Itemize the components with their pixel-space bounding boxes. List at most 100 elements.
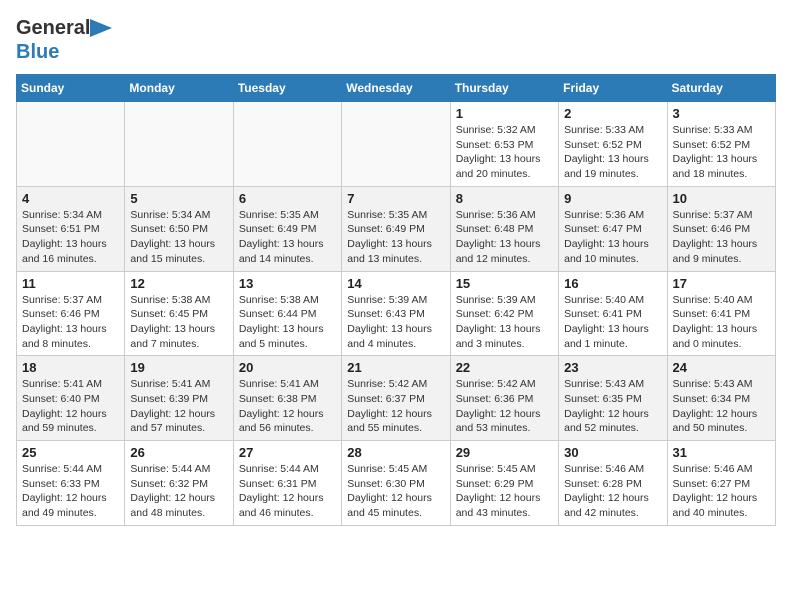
day-detail: Sunrise: 5:34 AM Sunset: 6:51 PM Dayligh… (22, 208, 119, 267)
weekday-header-tuesday: Tuesday (233, 75, 341, 102)
day-detail: Sunrise: 5:38 AM Sunset: 6:45 PM Dayligh… (130, 293, 227, 352)
calendar-cell: 19 Sunrise: 5:41 AM Sunset: 6:39 PM Dayli… (125, 356, 233, 441)
day-detail: Sunrise: 5:41 AM Sunset: 6:40 PM Dayligh… (22, 377, 119, 436)
day-detail: Sunrise: 5:44 AM Sunset: 6:32 PM Dayligh… (130, 462, 227, 521)
day-number: 18 (22, 360, 119, 375)
day-detail: Sunrise: 5:42 AM Sunset: 6:36 PM Dayligh… (456, 377, 553, 436)
calendar-cell: 23 Sunrise: 5:43 AM Sunset: 6:35 PM Dayli… (559, 356, 667, 441)
day-detail: Sunrise: 5:46 AM Sunset: 6:27 PM Dayligh… (673, 462, 770, 521)
day-number: 4 (22, 191, 119, 206)
day-number: 7 (347, 191, 444, 206)
day-number: 11 (22, 276, 119, 291)
day-number: 9 (564, 191, 661, 206)
logo-arrow-icon (90, 19, 112, 37)
day-number: 20 (239, 360, 336, 375)
calendar-cell: 30 Sunrise: 5:46 AM Sunset: 6:28 PM Dayli… (559, 441, 667, 526)
day-detail: Sunrise: 5:45 AM Sunset: 6:29 PM Dayligh… (456, 462, 553, 521)
day-number: 28 (347, 445, 444, 460)
day-detail: Sunrise: 5:36 AM Sunset: 6:48 PM Dayligh… (456, 208, 553, 267)
calendar-cell (125, 102, 233, 187)
calendar-cell: 17 Sunrise: 5:40 AM Sunset: 6:41 PM Dayli… (667, 271, 775, 356)
day-number: 29 (456, 445, 553, 460)
day-number: 17 (673, 276, 770, 291)
day-number: 21 (347, 360, 444, 375)
logo-general: General (16, 16, 90, 40)
calendar-week-row: 18 Sunrise: 5:41 AM Sunset: 6:40 PM Dayli… (17, 356, 776, 441)
calendar-cell: 29 Sunrise: 5:45 AM Sunset: 6:29 PM Dayli… (450, 441, 558, 526)
day-detail: Sunrise: 5:41 AM Sunset: 6:39 PM Dayligh… (130, 377, 227, 436)
day-number: 1 (456, 106, 553, 121)
logo: GeneralBlue (16, 16, 112, 64)
day-number: 27 (239, 445, 336, 460)
calendar-header-row: SundayMondayTuesdayWednesdayThursdayFrid… (17, 75, 776, 102)
day-detail: Sunrise: 5:36 AM Sunset: 6:47 PM Dayligh… (564, 208, 661, 267)
day-number: 30 (564, 445, 661, 460)
day-detail: Sunrise: 5:32 AM Sunset: 6:53 PM Dayligh… (456, 123, 553, 182)
calendar-week-row: 25 Sunrise: 5:44 AM Sunset: 6:33 PM Dayli… (17, 441, 776, 526)
day-number: 3 (673, 106, 770, 121)
day-detail: Sunrise: 5:33 AM Sunset: 6:52 PM Dayligh… (564, 123, 661, 182)
weekday-header-sunday: Sunday (17, 75, 125, 102)
day-detail: Sunrise: 5:41 AM Sunset: 6:38 PM Dayligh… (239, 377, 336, 436)
day-number: 25 (22, 445, 119, 460)
calendar-cell: 10Sunrise: 5:37 AM Sunset: 6:46 PM Dayli… (667, 186, 775, 271)
day-detail: Sunrise: 5:45 AM Sunset: 6:30 PM Dayligh… (347, 462, 444, 521)
day-detail: Sunrise: 5:46 AM Sunset: 6:28 PM Dayligh… (564, 462, 661, 521)
calendar-week-row: 11 Sunrise: 5:37 AM Sunset: 6:46 PM Dayli… (17, 271, 776, 356)
calendar-week-row: 1 Sunrise: 5:32 AM Sunset: 6:53 PM Daylig… (17, 102, 776, 187)
weekday-header-saturday: Saturday (667, 75, 775, 102)
day-detail: Sunrise: 5:39 AM Sunset: 6:42 PM Dayligh… (456, 293, 553, 352)
day-number: 16 (564, 276, 661, 291)
day-detail: Sunrise: 5:40 AM Sunset: 6:41 PM Dayligh… (673, 293, 770, 352)
weekday-header-monday: Monday (125, 75, 233, 102)
day-number: 15 (456, 276, 553, 291)
day-detail: Sunrise: 5:44 AM Sunset: 6:33 PM Dayligh… (22, 462, 119, 521)
calendar-cell: 22 Sunrise: 5:42 AM Sunset: 6:36 PM Dayli… (450, 356, 558, 441)
calendar-cell: 9 Sunrise: 5:36 AM Sunset: 6:47 PM Daylig… (559, 186, 667, 271)
day-number: 2 (564, 106, 661, 121)
day-number: 31 (673, 445, 770, 460)
day-detail: Sunrise: 5:37 AM Sunset: 6:46 PM Dayligh… (673, 208, 770, 267)
calendar-cell: 11 Sunrise: 5:37 AM Sunset: 6:46 PM Dayli… (17, 271, 125, 356)
calendar-cell: 15 Sunrise: 5:39 AM Sunset: 6:42 PM Dayli… (450, 271, 558, 356)
weekday-header-friday: Friday (559, 75, 667, 102)
day-number: 6 (239, 191, 336, 206)
day-number: 19 (130, 360, 227, 375)
day-number: 12 (130, 276, 227, 291)
day-detail: Sunrise: 5:43 AM Sunset: 6:34 PM Dayligh… (673, 377, 770, 436)
calendar-cell: 26Sunrise: 5:44 AM Sunset: 6:32 PM Dayli… (125, 441, 233, 526)
calendar-cell: 18 Sunrise: 5:41 AM Sunset: 6:40 PM Dayli… (17, 356, 125, 441)
calendar-cell: 25 Sunrise: 5:44 AM Sunset: 6:33 PM Dayli… (17, 441, 125, 526)
calendar-cell: 8 Sunrise: 5:36 AM Sunset: 6:48 PM Daylig… (450, 186, 558, 271)
calendar-cell: 27 Sunrise: 5:44 AM Sunset: 6:31 PM Dayli… (233, 441, 341, 526)
day-detail: Sunrise: 5:35 AM Sunset: 6:49 PM Dayligh… (239, 208, 336, 267)
calendar-cell: 4 Sunrise: 5:34 AM Sunset: 6:51 PM Daylig… (17, 186, 125, 271)
day-number: 22 (456, 360, 553, 375)
weekday-header-wednesday: Wednesday (342, 75, 450, 102)
day-number: 8 (456, 191, 553, 206)
calendar-cell: 14 Sunrise: 5:39 AM Sunset: 6:43 PM Dayli… (342, 271, 450, 356)
day-detail: Sunrise: 5:33 AM Sunset: 6:52 PM Dayligh… (673, 123, 770, 182)
day-detail: Sunrise: 5:44 AM Sunset: 6:31 PM Dayligh… (239, 462, 336, 521)
calendar-cell: 12 Sunrise: 5:38 AM Sunset: 6:45 PM Dayli… (125, 271, 233, 356)
calendar-cell: 24 Sunrise: 5:43 AM Sunset: 6:34 PM Dayli… (667, 356, 775, 441)
calendar-cell: 5Sunrise: 5:34 AM Sunset: 6:50 PM Daylig… (125, 186, 233, 271)
weekday-header-thursday: Thursday (450, 75, 558, 102)
calendar-cell (17, 102, 125, 187)
calendar-cell (342, 102, 450, 187)
calendar-cell: 3 Sunrise: 5:33 AM Sunset: 6:52 PM Daylig… (667, 102, 775, 187)
day-detail: Sunrise: 5:37 AM Sunset: 6:46 PM Dayligh… (22, 293, 119, 352)
day-detail: Sunrise: 5:39 AM Sunset: 6:43 PM Dayligh… (347, 293, 444, 352)
day-detail: Sunrise: 5:38 AM Sunset: 6:44 PM Dayligh… (239, 293, 336, 352)
calendar-cell: 31 Sunrise: 5:46 AM Sunset: 6:27 PM Dayli… (667, 441, 775, 526)
day-number: 14 (347, 276, 444, 291)
calendar-week-row: 4 Sunrise: 5:34 AM Sunset: 6:51 PM Daylig… (17, 186, 776, 271)
day-detail: Sunrise: 5:40 AM Sunset: 6:41 PM Dayligh… (564, 293, 661, 352)
day-number: 24 (673, 360, 770, 375)
calendar-cell: 21 Sunrise: 5:42 AM Sunset: 6:37 PM Dayli… (342, 356, 450, 441)
day-detail: Sunrise: 5:42 AM Sunset: 6:37 PM Dayligh… (347, 377, 444, 436)
day-number: 23 (564, 360, 661, 375)
calendar-cell: 2 Sunrise: 5:33 AM Sunset: 6:52 PM Daylig… (559, 102, 667, 187)
day-detail: Sunrise: 5:43 AM Sunset: 6:35 PM Dayligh… (564, 377, 661, 436)
calendar-cell: 16 Sunrise: 5:40 AM Sunset: 6:41 PM Dayli… (559, 271, 667, 356)
